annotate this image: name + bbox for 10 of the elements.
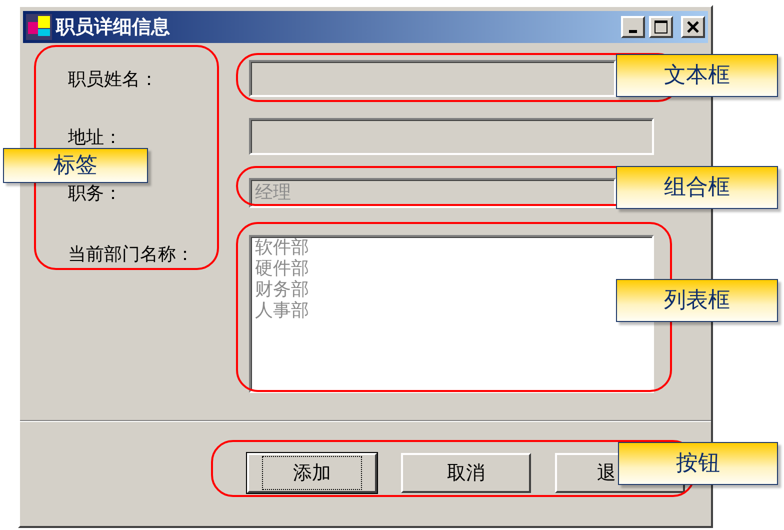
callout-tooltip: 文本框 [616,54,778,97]
callout-tooltip: 按钮 [618,442,778,485]
callout-tooltip: 组合框 [616,166,778,209]
callout-tooltip: 标签 [3,148,148,183]
field-label: 当前部门名称： [67,243,195,267]
field-label: 职员姓名： [67,68,159,92]
field-label: 职务： [67,182,123,206]
window-title: 职员详细信息 [56,18,170,36]
callout-tooltip: 列表框 [616,279,778,322]
field-label: 地址： [67,126,123,150]
